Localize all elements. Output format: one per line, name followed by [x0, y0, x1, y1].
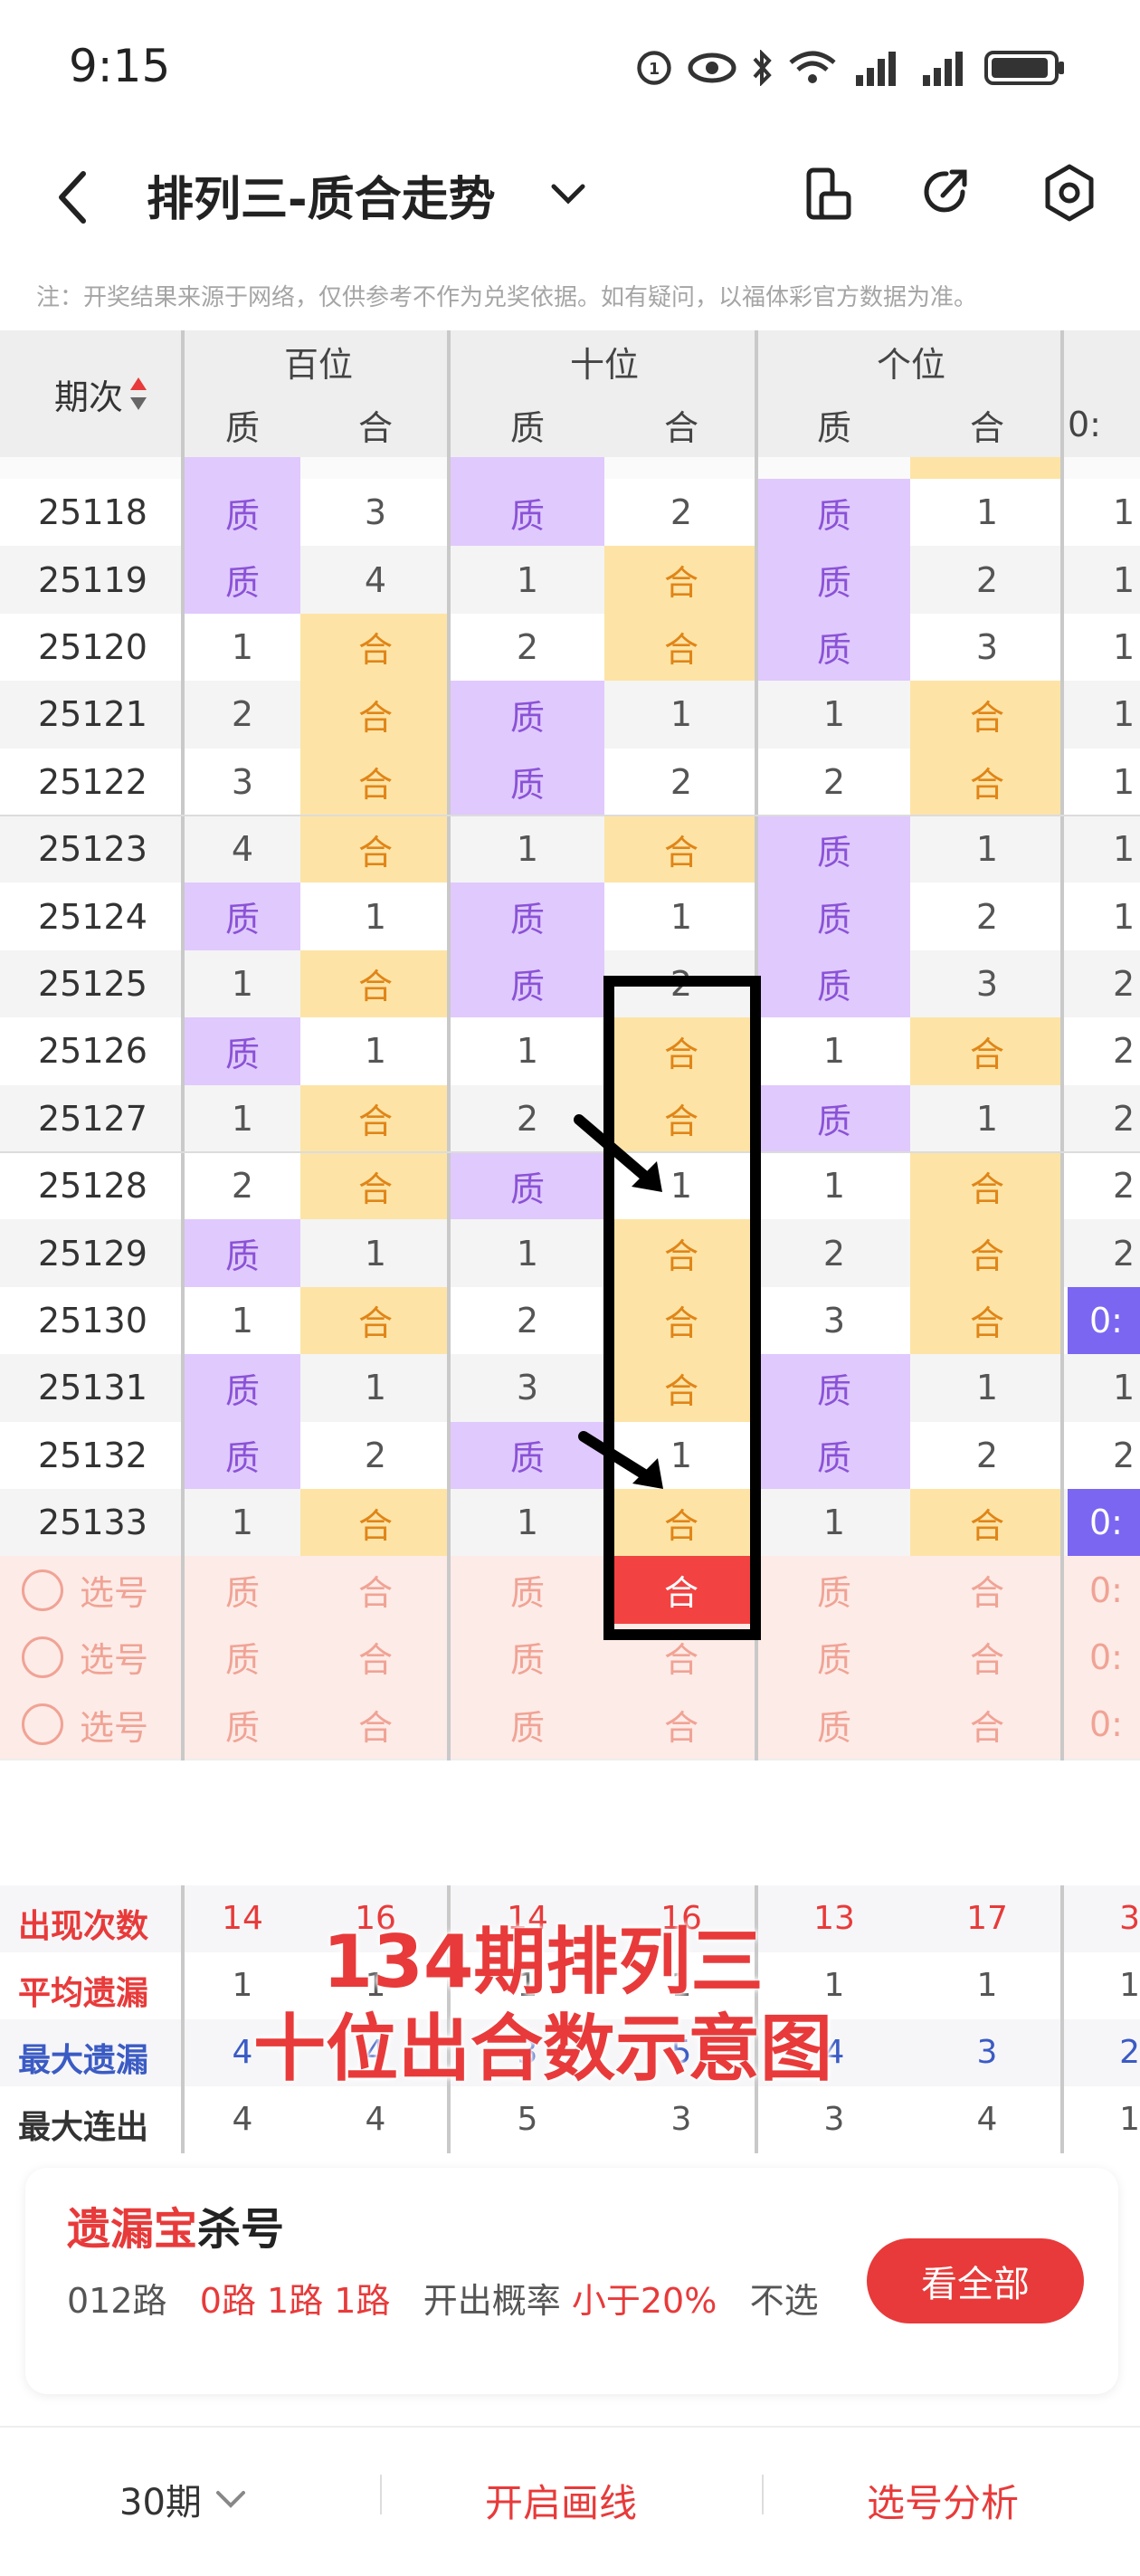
period-selector[interactable]: 30期 — [119, 2473, 249, 2525]
stats-column-divider — [1060, 1884, 1064, 2153]
status-time: 9:15 — [69, 40, 171, 92]
stats-value: 4 — [976, 2100, 998, 2138]
chevron-down-icon[interactable] — [550, 181, 586, 208]
arrow-icon — [574, 1114, 662, 1192]
arrow-icon — [578, 1431, 663, 1489]
signal-icon — [856, 52, 896, 86]
overlay-line1: 134期排列三 — [322, 1920, 764, 2004]
kill-number-card: 遗漏宝杀号 012路 0路 1路 1路 开出概率 小于20% 不选 看全部 — [25, 2168, 1118, 2394]
trend-table: 期次 百位 十位 个位质合质合质合 0: 25118 质 3 质 2 质 1 1 25119 质 4 1 合质 2 1… — [0, 330, 1140, 1760]
stats-label: 出现次数 — [18, 1907, 149, 1945]
period-selector-label: 30期 — [119, 2482, 202, 2524]
wifi-icon — [789, 51, 836, 83]
back-arrow-icon[interactable] — [54, 170, 90, 224]
draw-lines-button[interactable]: 开启画线 — [485, 2473, 637, 2528]
rotate-screen-icon[interactable] — [803, 167, 854, 221]
number-analysis-button[interactable]: 选号分析 — [867, 2473, 1019, 2528]
chevron-down-icon — [215, 2491, 245, 2508]
stats-value: 17 — [966, 1899, 1008, 1937]
svg-text:1: 1 — [649, 61, 660, 79]
bluetooth-icon — [753, 50, 772, 86]
battery-icon — [984, 51, 1064, 85]
stats-tail: 1 — [1119, 2100, 1140, 2138]
annotation-overlay — [574, 976, 761, 1640]
stats-tail: 1 — [1119, 1966, 1140, 2004]
disclaimer-notice: 注：开奖结果来源于网络，仅供参考不作为兑奖依据。如有疑问，以福体彩官方数据为准。 — [36, 284, 978, 311]
stats-tail: 3 — [1119, 1899, 1140, 1937]
hd-icon: 1 — [637, 51, 671, 85]
stats-label: 最大遗漏 — [18, 2041, 149, 2079]
bottom-divider — [380, 2475, 382, 2514]
card-route-prefix: 012路 — [67, 2281, 167, 2321]
eye-icon — [688, 52, 736, 83]
page-title[interactable]: 排列三-质合走势 — [147, 161, 496, 229]
card-title-suffix: 杀号 — [197, 2204, 285, 2255]
card-prob-value: 小于20% — [571, 2281, 717, 2321]
share-icon[interactable] — [917, 165, 974, 221]
card-routes: 0路 1路 1路 — [199, 2281, 391, 2321]
overlay-caption: 134期排列三 十位出合数示意图 — [163, 1919, 923, 2093]
stats-value: 4 — [232, 2100, 253, 2138]
stats-label: 平均遗漏 — [18, 1974, 149, 2012]
overlay-line2: 十位出合数示意图 — [253, 2007, 832, 2091]
card-title: 遗漏宝杀号 — [67, 2193, 284, 2256]
stats-label: 最大连出 — [18, 2108, 149, 2146]
card-title-brand: 遗漏宝 — [67, 2204, 198, 2255]
status-bar: 9:15 1 — [0, 0, 1140, 136]
card-description: 012路 0路 1路 1路 开出概率 小于20% 不选 — [67, 2272, 881, 2330]
stats-value: 1 — [976, 1966, 998, 2004]
stats-value: 3 — [670, 2100, 692, 2138]
highlight-box — [603, 976, 761, 1640]
bottom-divider — [762, 2475, 764, 2514]
stats-value: 3 — [823, 2100, 845, 2138]
bottom-bar: 30期 开启画线 选号分析 — [0, 2426, 1140, 2576]
view-all-button[interactable]: 看全部 — [867, 2238, 1084, 2323]
settings-icon[interactable] — [1040, 163, 1098, 223]
stats-value: 4 — [365, 2100, 386, 2138]
stats-value: 3 — [976, 2033, 998, 2071]
card-prob-label: 开出概率 — [423, 2281, 561, 2321]
stats-tail: 2 — [1119, 2033, 1140, 2071]
card-suffix: 不选 — [749, 2281, 819, 2321]
signal-icon-2 — [923, 52, 963, 86]
stats-value: 5 — [517, 2100, 538, 2138]
